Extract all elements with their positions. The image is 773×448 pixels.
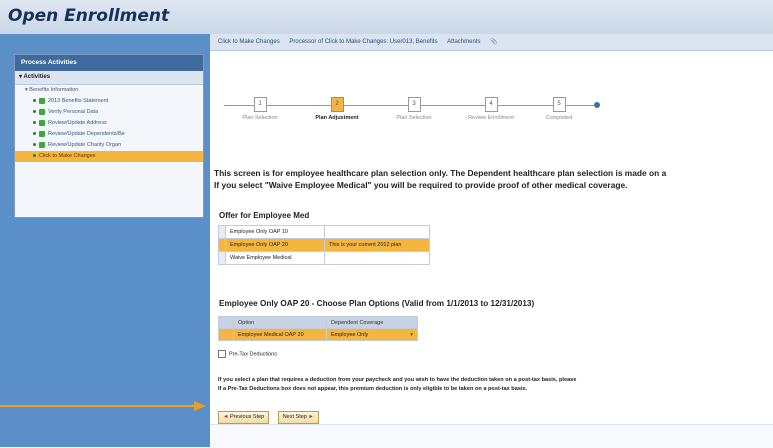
plan-options-table: Option Dependent Coverage Employee Medic…	[218, 316, 418, 341]
sidebar-item-label: Review/Update Dependents/Be	[48, 131, 125, 137]
column-header: Option	[233, 316, 327, 329]
previous-step-button[interactable]: ◄ Previous Step	[218, 411, 270, 424]
completed-status-icon	[39, 97, 45, 104]
offer-title: Offer for Employee Med	[219, 211, 310, 220]
processor-text: Processor of Click to Make Changes: User…	[289, 39, 438, 45]
page-title: Open Enrollment	[8, 6, 170, 26]
row-selector[interactable]	[218, 238, 226, 252]
bullet-icon	[33, 132, 36, 136]
table-header-row: Option Dependent Coverage	[218, 316, 418, 329]
step-box: 4	[484, 97, 498, 112]
step-5[interactable]: 5 Completed	[524, 97, 594, 121]
deduction-note: If you select a plan that requires a ded…	[218, 376, 773, 394]
step-box: 2	[330, 97, 344, 112]
sidebar-item[interactable]: ▾ Benefits Information	[15, 85, 203, 96]
intro-line-1: This screen is for employee healthcare p…	[214, 168, 667, 178]
next-step-button[interactable]: Next Step ►	[277, 411, 319, 424]
make-changes-link[interactable]: Click to Make Changes	[218, 39, 280, 45]
step-label: Plan Adjustment	[315, 115, 359, 121]
checkbox-box[interactable]	[218, 350, 226, 358]
row-selector[interactable]	[218, 328, 234, 341]
step-label: Plan Selection	[396, 115, 432, 121]
bottom-bar	[210, 424, 773, 448]
table-row[interactable]: Employee Medical OAP 20 Employee Only ▾	[218, 328, 418, 341]
row-selector[interactable]	[218, 251, 226, 265]
table-row[interactable]: Employee Only OAP 10	[218, 225, 430, 239]
process-activities-panel: Process Activities ▾ Activities ▾ Benefi…	[14, 54, 204, 218]
note-line-1: If you select a plan that requires a ded…	[218, 377, 577, 383]
panel-header: Process Activities	[15, 55, 203, 71]
note-line-2: If a Pre-Tax Deductions box does not app…	[218, 386, 528, 392]
attachments-link[interactable]: Attachments	[447, 39, 480, 45]
step-box: 5	[552, 97, 566, 112]
row-selector[interactable]	[218, 225, 226, 239]
step-box: 3	[407, 97, 421, 112]
callout-arrow-icon	[0, 401, 210, 411]
note-cell	[324, 251, 430, 265]
completed-status-icon	[39, 130, 45, 137]
bullet-icon	[33, 154, 36, 158]
arrow-left-icon: ◄	[223, 414, 229, 420]
roadmap-steps: 1 Plan Selection 2 Plan Adjustment 3 Pla…	[218, 92, 608, 132]
arrow-shaft	[0, 405, 196, 407]
pretax-checkbox[interactable]: Pre-Tax Deductions	[218, 350, 277, 358]
table-row[interactable]: Employee Only OAP 20 This is your curren…	[218, 238, 430, 252]
sidebar-item-label: Benefits Information	[29, 87, 79, 93]
sidebar-item-label: Click to Make Changes	[39, 153, 96, 159]
plan-cell: Employee Only OAP 10	[225, 225, 325, 239]
completed-status-icon	[39, 119, 45, 126]
step-2[interactable]: 2 Plan Adjustment	[302, 97, 372, 121]
coverage-dropdown[interactable]: Employee Only ▾	[326, 328, 418, 341]
table-row[interactable]: Waive Employee Medical	[218, 251, 430, 265]
sidebar-item-label: 2013 Benefits Statement	[48, 98, 109, 104]
intro-text: This screen is for employee healthcare p…	[214, 167, 773, 191]
completed-status-icon	[39, 108, 45, 115]
bullet-icon	[33, 143, 36, 147]
dropdown-arrow-icon[interactable]: ▾	[410, 332, 413, 338]
step-3[interactable]: 3 Plan Selection	[379, 97, 449, 121]
column-header: Dependent Coverage	[326, 316, 418, 329]
option-cell: Employee Medical OAP 20	[233, 328, 327, 341]
activity-tree: ▾ Benefits Information 2013 Benefits Stat…	[15, 85, 203, 162]
title-bar: Open Enrollment	[0, 0, 773, 35]
step-label: Completed	[545, 115, 573, 121]
top-toolbar: Click to Make Changes Processor of Click…	[210, 34, 773, 51]
bullet-icon	[33, 110, 36, 114]
plan-cell: Waive Employee Medical	[225, 251, 325, 265]
step-label: Review Enrollment	[468, 115, 514, 121]
paperclip-icon[interactable]: 📎	[490, 39, 497, 45]
sidebar-item[interactable]: Review/Update Address	[15, 118, 203, 129]
sidebar-item[interactable]: Review/Update Dependents/Be	[15, 129, 203, 140]
sidebar-item[interactable]: Review/Update Charity Organ	[15, 140, 203, 151]
roadmap-end-icon	[594, 102, 600, 108]
checkbox-label: Pre-Tax Deductions	[229, 351, 277, 358]
bullet-icon	[33, 121, 36, 125]
step-1[interactable]: 1 Plan Selection	[225, 97, 295, 121]
plan-cell: Employee Only OAP 20	[225, 238, 325, 252]
step-label: Plan Selection	[242, 115, 278, 121]
sidebar-item-label: Review/Update Address	[48, 120, 107, 126]
header-selector	[218, 316, 234, 329]
sidebar-item[interactable]: Click to Make Changes	[15, 151, 203, 162]
completed-status-icon	[39, 141, 45, 148]
sidebar-item[interactable]: 2013 Benefits Statement	[15, 96, 203, 107]
sidebar-item-label: Review/Update Charity Organ	[48, 142, 122, 148]
arrow-head	[194, 401, 206, 411]
bullet-icon	[33, 99, 36, 103]
plan-options-title: Employee Only OAP 20 - Choose Plan Optio…	[219, 299, 535, 308]
offer-table: Employee Only OAP 10 Employee Only OAP 2…	[218, 225, 430, 265]
note-cell	[324, 225, 430, 239]
sidebar-item-label: Verify Personal Data	[48, 109, 99, 115]
navigation-buttons: ◄ Previous Step Next Step ►	[218, 405, 323, 424]
step-4[interactable]: 4 Review Enrollment	[456, 97, 526, 121]
note-cell: This is your current 2012 plan	[324, 238, 430, 252]
sidebar-item[interactable]: Verify Personal Data	[15, 107, 203, 118]
step-box: 1	[253, 97, 267, 112]
arrow-right-icon: ►	[308, 414, 314, 420]
activities-subheader[interactable]: ▾ Activities	[15, 71, 203, 85]
intro-line-2: If you select "Waive Employee Medical" y…	[214, 180, 628, 190]
